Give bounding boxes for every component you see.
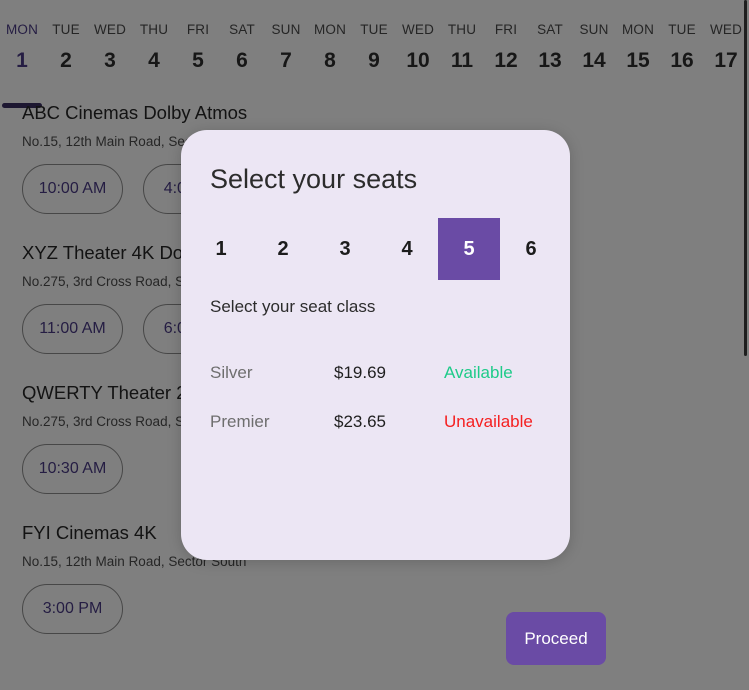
seat-class-status: Unavailable [444, 411, 533, 431]
select-seats-dialog: Select your seats 123456 Select your sea… [181, 130, 606, 665]
seat-class-name: Premier [210, 411, 270, 431]
seat-class-row[interactable]: Premier $23.65 Unavailable [210, 397, 542, 446]
seat-count-option[interactable]: 3 [314, 218, 376, 280]
seat-class-row[interactable]: Silver $19.69 Available [210, 348, 542, 397]
seat-count-option[interactable]: 4 [376, 218, 438, 280]
seat-class-status: Available [444, 362, 513, 382]
seat-count-option[interactable]: 5 [438, 218, 500, 280]
seat-class-label: Select your seat class [210, 297, 376, 316]
seat-count-option[interactable]: 2 [252, 218, 314, 280]
seat-count-option[interactable]: 1 [190, 218, 252, 280]
seat-class-table: Silver $19.69 Available Premier $23.65 Unavai… [210, 348, 542, 446]
seat-class-price: $23.65 [334, 411, 386, 431]
seat-class-name: Silver [210, 362, 253, 382]
proceed-button[interactable]: Proceed [506, 612, 606, 665]
dialog-title: Select your seats [210, 164, 418, 194]
seat-class-price: $19.69 [334, 362, 386, 382]
seat-count-option[interactable]: 6 [500, 218, 562, 280]
seat-count-selector[interactable]: 123456 [190, 218, 562, 280]
